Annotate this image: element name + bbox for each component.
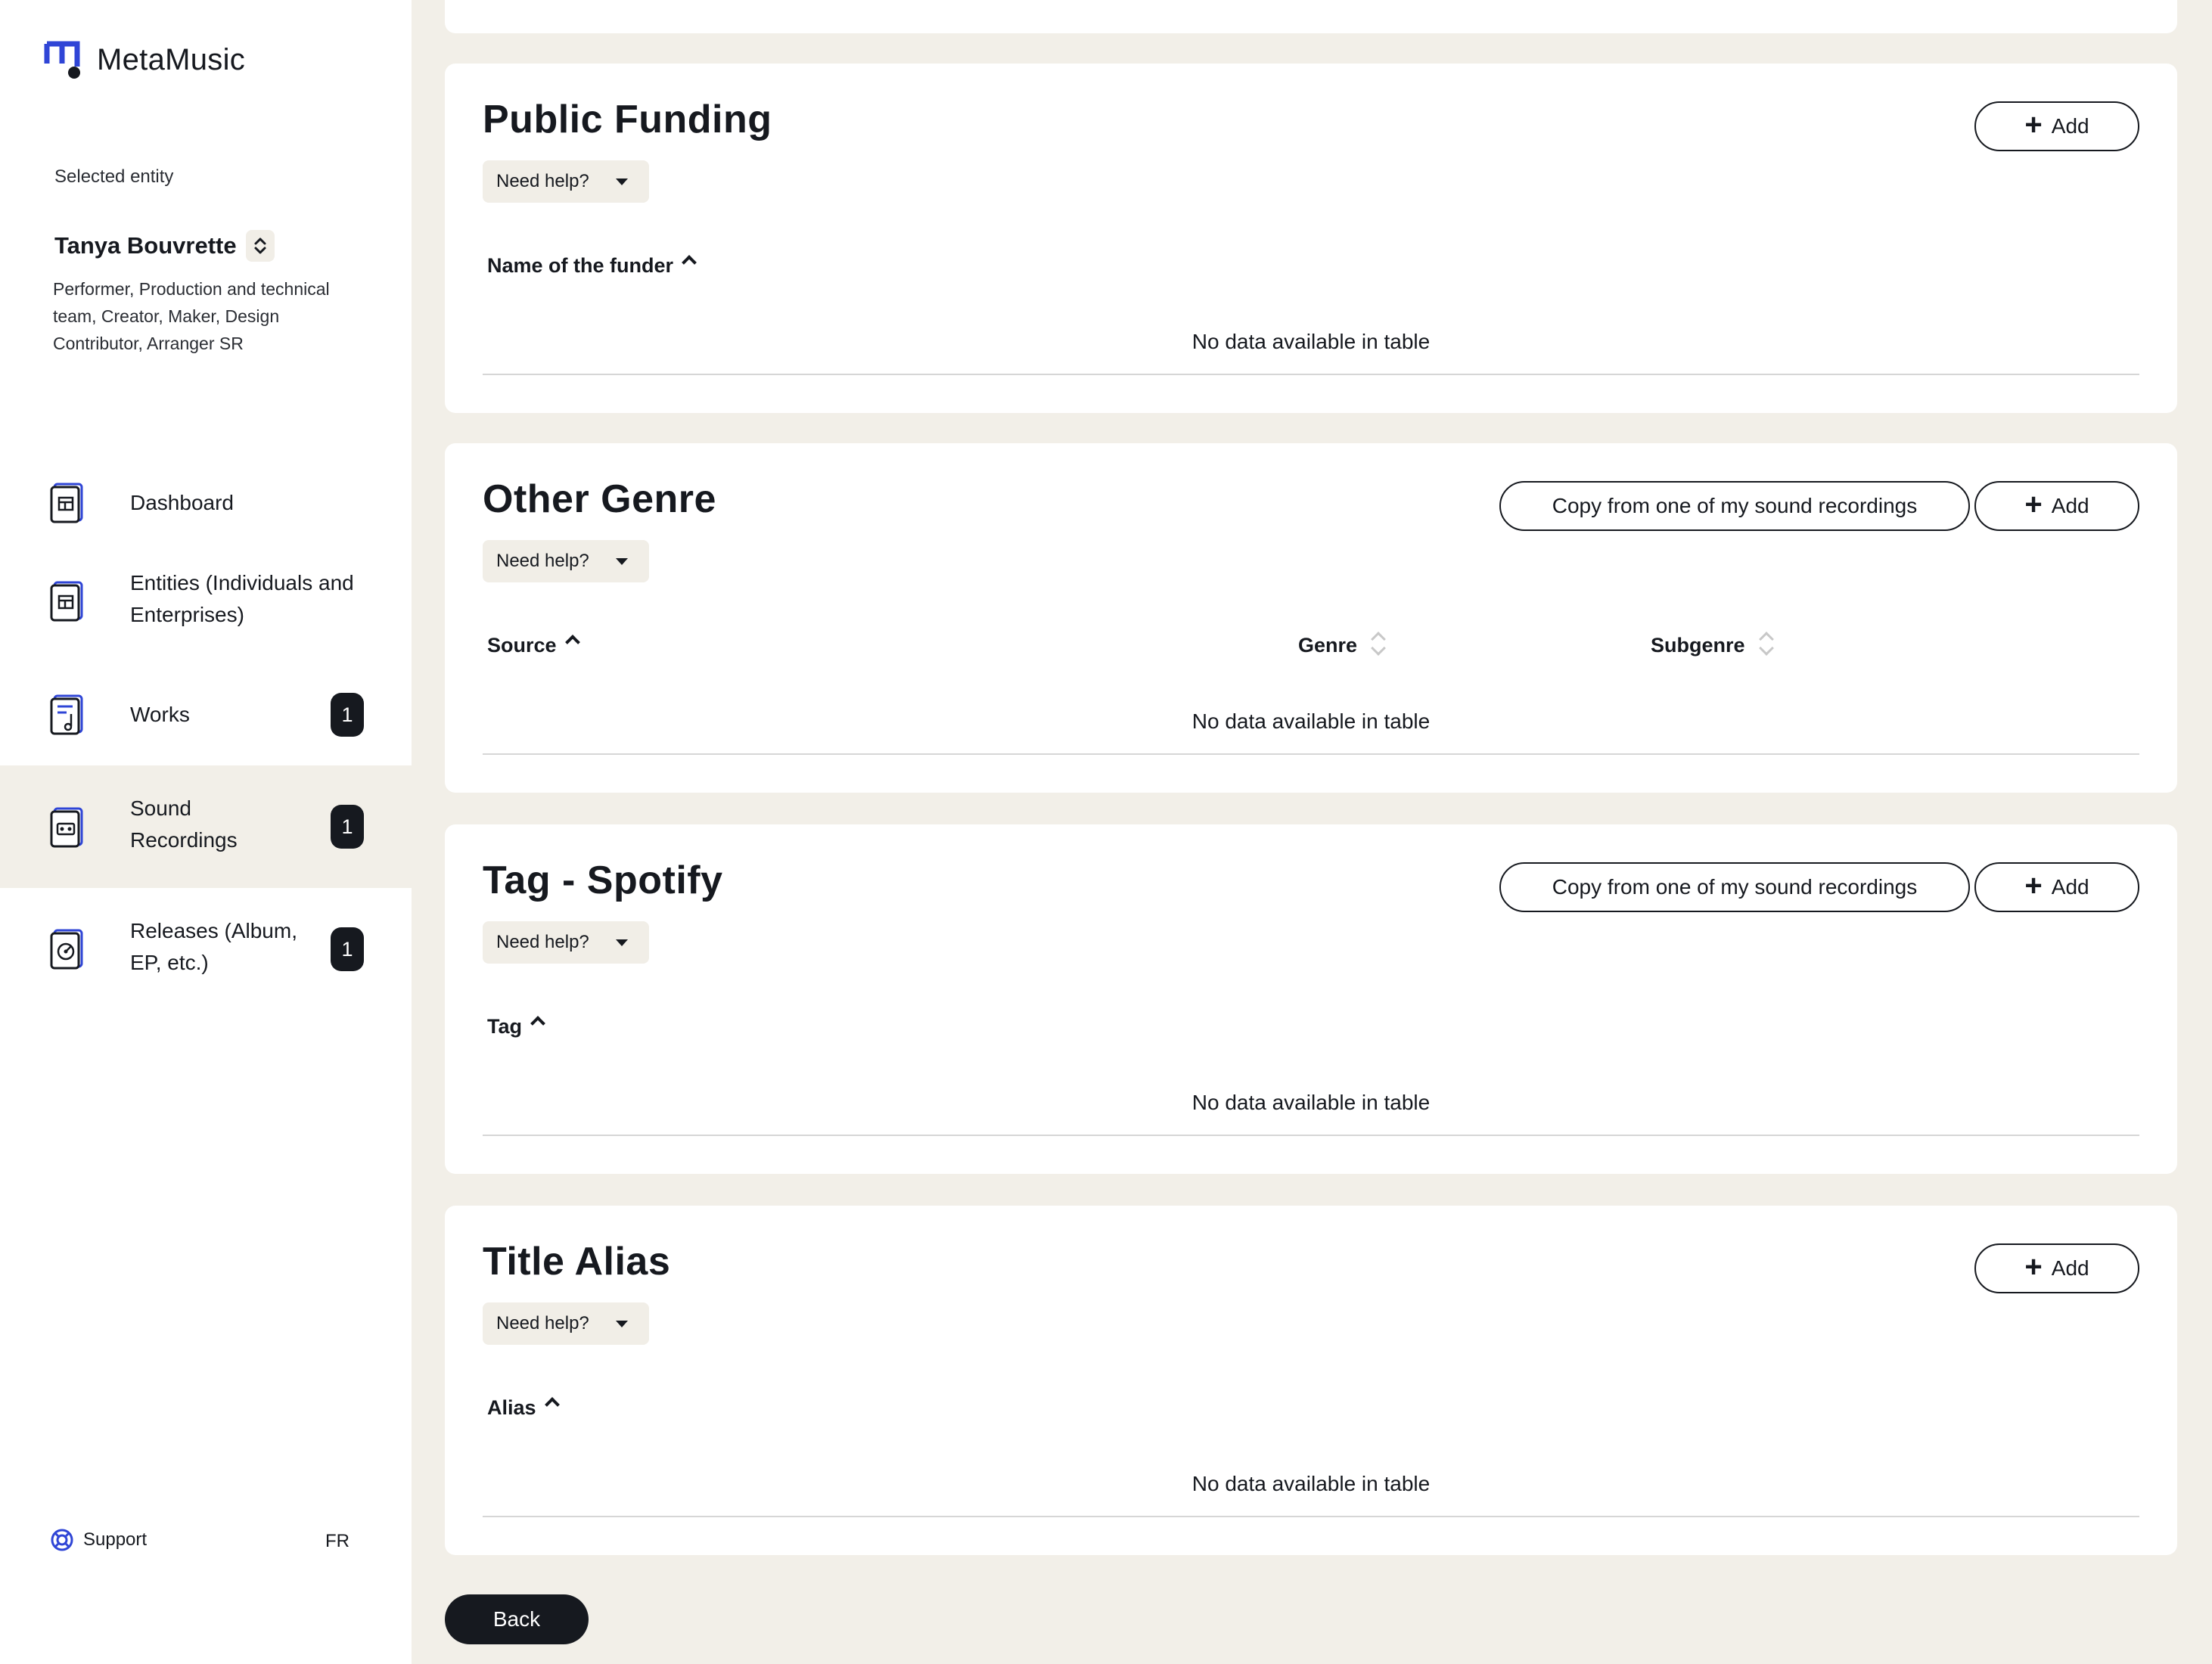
sound-recordings-icon — [50, 807, 83, 848]
sidebar-item-label: Entities (Individuals and Enterprises) — [130, 571, 354, 626]
support-label: Support — [83, 1529, 148, 1550]
sidebar-item-works[interactable]: Works 1 — [0, 666, 412, 764]
need-help-label: Need help? — [496, 171, 589, 191]
entity-selector[interactable]: Tanya Bouvrette — [54, 230, 275, 262]
language-toggle[interactable]: FR — [325, 1531, 350, 1552]
empty-table-message: No data available in table — [1191, 1472, 1431, 1495]
tag-spotify-section: Tag - Spotify Need help? Copy from one o… — [445, 824, 2177, 1174]
copy-from-recordings-button[interactable]: Copy from one of my sound recordings — [1499, 862, 1970, 912]
caret-down-icon — [616, 179, 628, 185]
sort-ascending-icon — [682, 254, 697, 270]
column-header-label: Name of the funder — [487, 254, 674, 277]
column-header-label: Subgenre — [1651, 634, 1745, 657]
app-name: MetaMusic — [97, 42, 246, 76]
copy-from-recordings-button[interactable]: Copy from one of my sound recordings — [1499, 481, 1970, 531]
switch-entity-button[interactable] — [245, 230, 275, 262]
section-title: Tag - Spotify — [483, 858, 723, 902]
add-button[interactable]: + Add — [1974, 101, 2139, 151]
column-header-subgenre[interactable]: Subgenre — [1651, 634, 1774, 657]
app-logo[interactable]: MetaMusic — [44, 38, 245, 82]
plus-icon: + — [2024, 869, 2043, 902]
sidebar-item-dashboard[interactable]: Dashboard — [0, 454, 412, 552]
add-button[interactable]: + Add — [1974, 481, 2139, 531]
table-divider — [483, 1135, 2139, 1136]
column-header-funder[interactable]: Name of the funder — [487, 254, 697, 278]
releases-icon — [50, 929, 83, 970]
table-divider — [483, 1516, 2139, 1517]
column-header-label: Tag — [487, 1015, 522, 1038]
add-button[interactable]: + Add — [1974, 862, 2139, 912]
section-title: Public Funding — [483, 98, 772, 141]
works-icon — [50, 694, 83, 735]
plus-icon: + — [2024, 488, 2043, 521]
table-divider — [483, 374, 2139, 375]
dashboard-icon — [50, 483, 83, 523]
sidebar-item-entities[interactable]: Entities (Individuals and Enterprises) — [0, 552, 412, 650]
section-title: Title Alias — [483, 1240, 671, 1284]
sidebar-item-label: Dashboard — [130, 491, 234, 514]
need-help-dropdown[interactable]: Need help? — [483, 540, 649, 582]
sort-ascending-icon — [564, 634, 580, 650]
caret-down-icon — [616, 939, 628, 946]
empty-table-message: No data available in table — [1191, 330, 1431, 353]
works-count-badge: 1 — [331, 693, 364, 737]
sort-icon — [1371, 629, 1386, 657]
support-link[interactable]: Support — [50, 1528, 147, 1552]
entity-roles: Performer, Production and technical team… — [53, 279, 330, 353]
sort-ascending-icon — [530, 1015, 545, 1031]
column-header-tag[interactable]: Tag — [487, 1015, 545, 1038]
empty-table-message: No data available in table — [1191, 709, 1431, 733]
column-header-label: Alias — [487, 1396, 536, 1419]
section-title: Other Genre — [483, 477, 716, 521]
add-label: Add — [2051, 494, 2089, 517]
chevron-up-down-icon — [254, 237, 266, 254]
add-button[interactable]: + Add — [1974, 1243, 2139, 1293]
releases-count-badge: 1 — [331, 927, 364, 971]
sound-recordings-count-badge: 1 — [331, 805, 364, 849]
previous-section-card — [445, 0, 2177, 33]
sort-icon — [1759, 629, 1774, 657]
sidebar-item-sound-recordings[interactable]: Sound Recordings 1 — [0, 765, 412, 888]
title-alias-section: Title Alias Need help? + Add Alias No da… — [445, 1206, 2177, 1555]
sidebar-item-releases[interactable]: Releases (Album, EP, etc.) 1 — [0, 900, 412, 998]
need-help-dropdown[interactable]: Need help? — [483, 921, 649, 964]
sidebar: MetaMusic Selected entity Tanya Bouvrett… — [0, 0, 412, 1664]
entity-name: Tanya Bouvrette — [54, 232, 237, 259]
add-label: Add — [2051, 114, 2089, 138]
selected-entity-label: Selected entity — [54, 166, 174, 187]
add-label: Add — [2051, 1256, 2089, 1280]
metamusic-logo-icon — [44, 41, 80, 79]
back-button[interactable]: Back — [445, 1594, 589, 1644]
table-divider — [483, 753, 2139, 755]
public-funding-section: Public Funding Need help? + Add Name of … — [445, 64, 2177, 413]
need-help-dropdown[interactable]: Need help? — [483, 1302, 649, 1345]
plus-icon: + — [2024, 1250, 2043, 1284]
add-label: Add — [2051, 875, 2089, 899]
sidebar-item-label: Releases (Album, EP, etc.) — [130, 919, 297, 974]
caret-down-icon — [616, 558, 628, 565]
column-header-genre[interactable]: Genre — [1298, 634, 1386, 657]
sidebar-item-label: Works — [130, 703, 190, 726]
sidebar-item-label: Sound Recordings — [130, 796, 238, 852]
sort-ascending-icon — [544, 1396, 560, 1412]
plus-icon: + — [2024, 108, 2043, 141]
other-genre-section: Other Genre Need help? Copy from one of … — [445, 443, 2177, 793]
column-header-label: Genre — [1298, 634, 1358, 657]
column-header-alias[interactable]: Alias — [487, 1396, 560, 1420]
caret-down-icon — [616, 1321, 628, 1327]
entities-icon — [50, 581, 83, 622]
need-help-label: Need help? — [496, 1313, 589, 1333]
need-help-dropdown[interactable]: Need help? — [483, 160, 649, 203]
empty-table-message: No data available in table — [1191, 1091, 1431, 1114]
lifebuoy-icon — [51, 1529, 73, 1551]
column-header-label: Source — [487, 634, 557, 657]
column-header-source[interactable]: Source — [487, 634, 580, 657]
need-help-label: Need help? — [496, 932, 589, 952]
need-help-label: Need help? — [496, 551, 589, 571]
